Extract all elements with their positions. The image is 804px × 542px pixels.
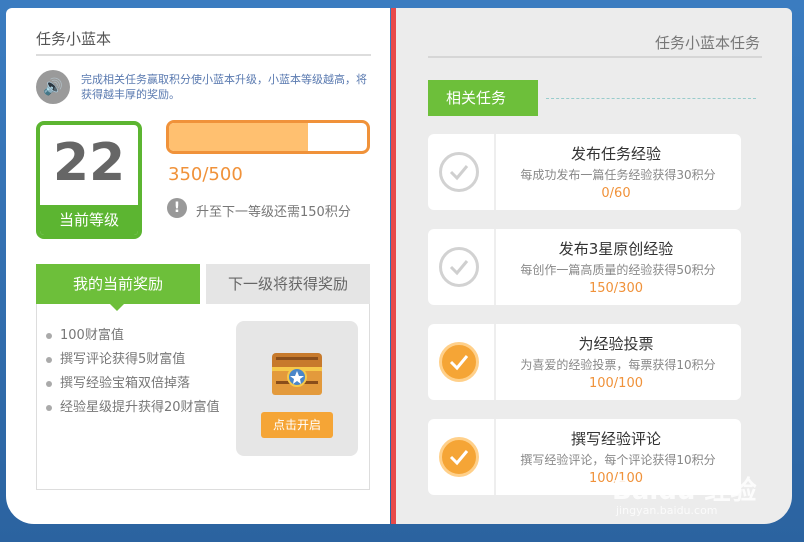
xp-progress-bar: [166, 120, 370, 154]
section-divider: [546, 98, 756, 99]
intro-text: 完成相关任务赢取积分使小蓝本升级，小蓝本等级越高，将获得越丰厚的奖励。: [81, 73, 367, 101]
task-name: 发布3星原创经验: [558, 240, 674, 258]
task-desc: 撰写经验评论，每个评论获得10积分: [520, 453, 716, 467]
task-desc: 每成功发布一篇任务经验获得30积分: [520, 168, 716, 182]
xp-progress-fill: [169, 123, 308, 151]
task-card[interactable]: 为经验投票 为喜爱的经验投票，每票获得10积分 100/100: [428, 324, 741, 400]
treasure-chest-card: 点击开启: [236, 321, 358, 456]
right-page: 任务小蓝本任务 相关任务 发布任务经验 每成功发布一篇任务经验获得30积分 0/…: [396, 8, 792, 524]
check-done-icon: [439, 342, 479, 382]
task-page-title: 任务小蓝本任务: [654, 34, 760, 52]
tab-next-rewards[interactable]: 下一级将获得奖励: [206, 264, 370, 304]
level-number: 22: [52, 133, 126, 193]
baidu-watermark: Baidu 经验: [612, 476, 757, 506]
list-item: 撰写评论获得5财富值: [46, 348, 226, 372]
reward-list: 100财富值 撰写评论获得5财富值 撰写经验宝箱双倍掉落 经验星级提升获得20财…: [46, 324, 226, 420]
watermark-url: jingyan.baidu.com: [616, 504, 718, 517]
section-tag: 相关任务: [428, 80, 538, 116]
tab-current-rewards[interactable]: 我的当前奖励: [36, 264, 200, 304]
task-progress: 150/300: [588, 281, 643, 296]
task-desc: 为喜爱的经验投票，每票获得10积分: [520, 358, 716, 372]
open-chest-button[interactable]: 点击开启: [261, 412, 333, 438]
level-badge: 22 当前等级: [36, 121, 142, 239]
list-item: 经验星级提升获得20财富值: [46, 396, 226, 420]
check-done-icon: [439, 437, 479, 477]
list-item: 100财富值: [46, 324, 226, 348]
info-icon: !: [167, 198, 187, 218]
left-page: 任务小蓝本 🔊 完成相关任务赢取积分使小蓝本升级，小蓝本等级越高，将获得越丰厚的…: [6, 8, 390, 524]
task-card[interactable]: 发布3星原创经验 每创作一篇高质量的经验获得50积分 150/300: [428, 229, 741, 305]
task-name: 为经验投票: [578, 335, 654, 353]
treasure-chest-icon: [272, 353, 322, 395]
title-divider: [36, 54, 371, 56]
check-pending-icon: [439, 247, 479, 287]
title-divider: [428, 56, 762, 58]
task-progress: 100/100: [588, 376, 643, 391]
check-pending-icon: [439, 152, 479, 192]
task-desc: 每创作一篇高质量的经验获得50积分: [520, 263, 716, 277]
list-item: 撰写经验宝箱双倍掉落: [46, 372, 226, 396]
xp-value: 350/500: [168, 164, 243, 185]
level-label: 当前等级: [40, 205, 138, 235]
speaker-icon: 🔊: [36, 70, 70, 104]
task-card[interactable]: 发布任务经验 每成功发布一篇任务经验获得30积分 0/60: [428, 134, 741, 210]
task-name: 发布任务经验: [570, 145, 661, 163]
next-level-hint: 升至下一等级还需150积分: [196, 205, 351, 220]
task-name: 撰写经验评论: [570, 430, 661, 448]
task-progress: 0/60: [601, 186, 631, 201]
page-title: 任务小蓝本: [36, 30, 112, 48]
